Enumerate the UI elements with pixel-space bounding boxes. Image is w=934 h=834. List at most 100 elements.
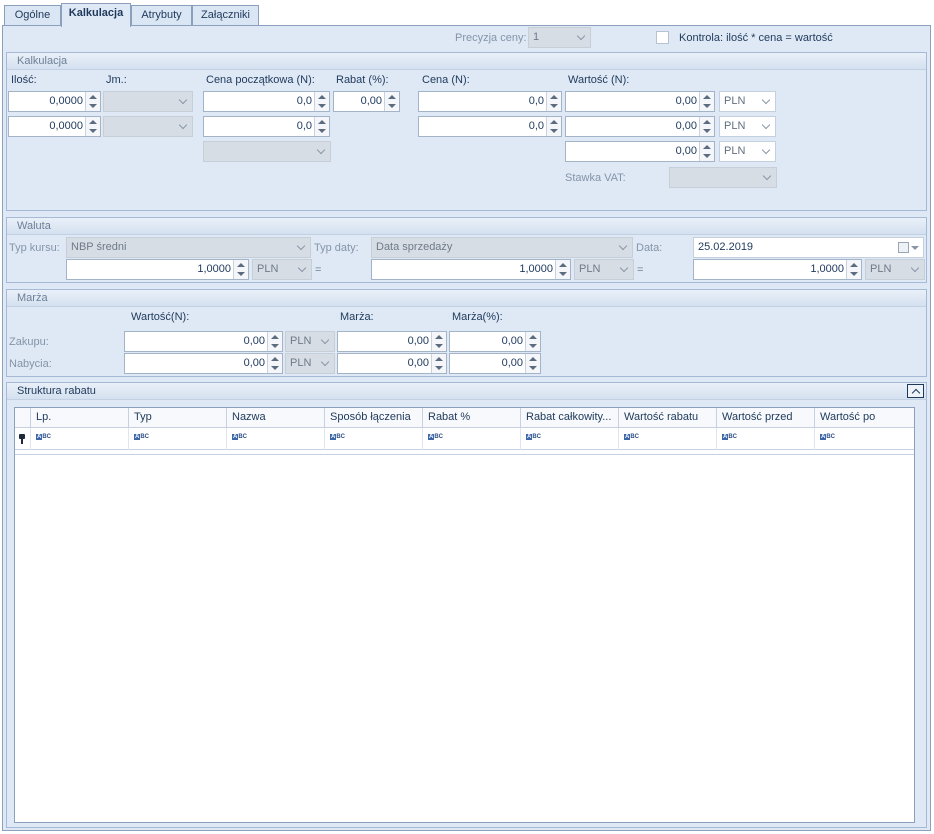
purchase-currency-value: PLN — [290, 335, 312, 347]
pin-icon — [19, 434, 25, 444]
spinner[interactable] — [431, 332, 446, 351]
tab-kalkulacja[interactable]: Kalkulacja — [61, 3, 131, 27]
rate-right-currency[interactable]: PLN — [865, 259, 925, 280]
acquisition-margin-pct-input[interactable]: 0,00 — [449, 353, 541, 374]
margin-pct-header: Marża(%): — [452, 311, 503, 323]
calendar-icon[interactable] — [898, 242, 909, 253]
spinner[interactable] — [233, 260, 248, 279]
col-sposob[interactable]: Sposób łączenia — [324, 408, 422, 428]
filter-rabat-pct[interactable]: ABC — [422, 428, 520, 450]
rate-mid-currency[interactable]: PLN — [574, 259, 634, 280]
date-type-select[interactable]: Data sprzedaży — [371, 237, 633, 258]
value-input-2[interactable]: 0,00 — [565, 116, 715, 137]
rate-mid-input[interactable]: 1,0000 — [371, 259, 571, 280]
chevron-down-icon — [619, 263, 629, 273]
col-wartosc-przed[interactable]: Wartość przed — [716, 408, 814, 428]
spinner[interactable] — [267, 354, 282, 373]
chevron-down-icon — [320, 335, 330, 345]
acquisition-value-input[interactable]: 0,00 — [124, 353, 283, 374]
spinner[interactable] — [525, 332, 540, 351]
spinner[interactable] — [546, 117, 561, 136]
filter-wartosc-przed[interactable]: ABC — [716, 428, 814, 450]
base-price-unit-select[interactable] — [203, 141, 331, 162]
spinner[interactable] — [85, 117, 100, 136]
col-wartosc-po[interactable]: Wartość po — [814, 408, 914, 428]
spinner[interactable] — [314, 117, 329, 136]
filter-wartosc-rabatu[interactable]: ABC — [618, 428, 716, 450]
filter-wartosc-po[interactable]: ABC — [814, 428, 914, 450]
col-rabat-pct[interactable]: Rabat % — [422, 408, 520, 428]
spinner[interactable] — [555, 260, 570, 279]
unit-select-2[interactable] — [103, 116, 193, 137]
rate-right-input[interactable]: 1,0000 — [693, 259, 862, 280]
col-nazwa[interactable]: Nazwa — [226, 408, 324, 428]
filter-lp[interactable]: ABC — [30, 428, 128, 450]
base-price-input-2[interactable]: 0,0 — [203, 116, 330, 137]
rate-left-input[interactable]: 1,0000 — [66, 259, 249, 280]
vat-select[interactable] — [669, 167, 777, 188]
rate-left-currency[interactable]: PLN — [252, 259, 312, 280]
filter-nazwa[interactable]: ABC — [226, 428, 324, 450]
col-wartosc-rabatu[interactable]: Wartość rabatu — [618, 408, 716, 428]
spinner[interactable] — [546, 92, 561, 111]
collapse-button[interactable] — [907, 384, 924, 398]
value-input-1[interactable]: 0,00 — [565, 91, 715, 112]
value-value-1: 0,00 — [675, 95, 697, 107]
price-value-2: 0,0 — [528, 120, 544, 132]
text-filter-icon: ABC — [526, 434, 542, 440]
acquisition-margin-input[interactable]: 0,00 — [337, 353, 447, 374]
qty-input-2[interactable]: 0,0000 — [8, 116, 101, 137]
spinner[interactable] — [267, 332, 282, 351]
chevron-down-icon — [178, 120, 188, 130]
spinner[interactable] — [699, 92, 714, 111]
discount-input-1[interactable]: 0,00 — [333, 91, 400, 112]
purchase-currency[interactable]: PLN — [285, 331, 335, 352]
spinner[interactable] — [384, 92, 399, 111]
value-value-3: 0,00 — [675, 145, 697, 157]
filter-typ[interactable]: ABC — [128, 428, 226, 450]
currency-select-3[interactable]: PLN — [719, 141, 776, 162]
base-price-input-1[interactable]: 0,0 — [203, 91, 330, 112]
base-price-value-1: 0,0 — [296, 95, 312, 107]
control-checkbox[interactable] — [656, 31, 669, 44]
price-input-1[interactable]: 0,0 — [418, 91, 562, 112]
purchase-margin-pct-input[interactable]: 0,00 — [449, 331, 541, 352]
rate-mid-currency-value: PLN — [579, 263, 601, 275]
currency-select-2[interactable]: PLN — [719, 116, 776, 137]
rate-type-select[interactable]: NBP średni — [66, 237, 311, 258]
filter-sposob[interactable]: ABC — [324, 428, 422, 450]
spinner[interactable] — [699, 142, 714, 161]
spinner[interactable] — [699, 117, 714, 136]
spinner[interactable] — [525, 354, 540, 373]
acquisition-currency[interactable]: PLN — [285, 353, 335, 374]
text-filter-icon: ABC — [428, 434, 444, 440]
date-picker[interactable]: 25.02.2019 — [693, 237, 924, 258]
spinner[interactable] — [314, 92, 329, 111]
filter-rabat-calkowity[interactable]: ABC — [520, 428, 618, 450]
discount-header: Rabat (%): — [336, 74, 389, 86]
qty-value-2: 0,0000 — [49, 120, 83, 132]
qty-input-1[interactable]: 0,0000 — [8, 91, 101, 112]
spinner[interactable] — [431, 354, 446, 373]
purchase-value-input[interactable]: 0,00 — [124, 331, 283, 352]
value-input-3[interactable]: 0,00 — [565, 141, 715, 162]
spinner[interactable] — [85, 92, 100, 111]
tab-zalaczniki[interactable]: Załączniki — [192, 5, 259, 26]
purchase-margin-input[interactable]: 0,00 — [337, 331, 447, 352]
currency-select-1[interactable]: PLN — [719, 91, 776, 112]
col-lp[interactable]: Lp. — [30, 408, 128, 428]
spinner[interactable] — [846, 260, 861, 279]
margin-value-header: Wartość(N): — [131, 311, 190, 323]
unit-header: Jm.: — [106, 74, 127, 86]
unit-select-1[interactable] — [103, 91, 193, 112]
tab-atrybuty[interactable]: Atrybuty — [131, 5, 192, 26]
purchase-value: 0,00 — [243, 335, 265, 347]
precision-select[interactable]: 1 — [528, 27, 591, 48]
col-typ[interactable]: Typ — [128, 408, 226, 428]
acquisition-margin: 0,00 — [407, 357, 429, 369]
tab-ogolne[interactable]: Ogólne — [4, 5, 61, 26]
text-filter-icon: ABC — [330, 434, 346, 440]
date-label: Data: — [636, 242, 663, 254]
col-rabat-calkowity[interactable]: Rabat całkowity... — [520, 408, 618, 428]
price-input-2[interactable]: 0,0 — [418, 116, 562, 137]
